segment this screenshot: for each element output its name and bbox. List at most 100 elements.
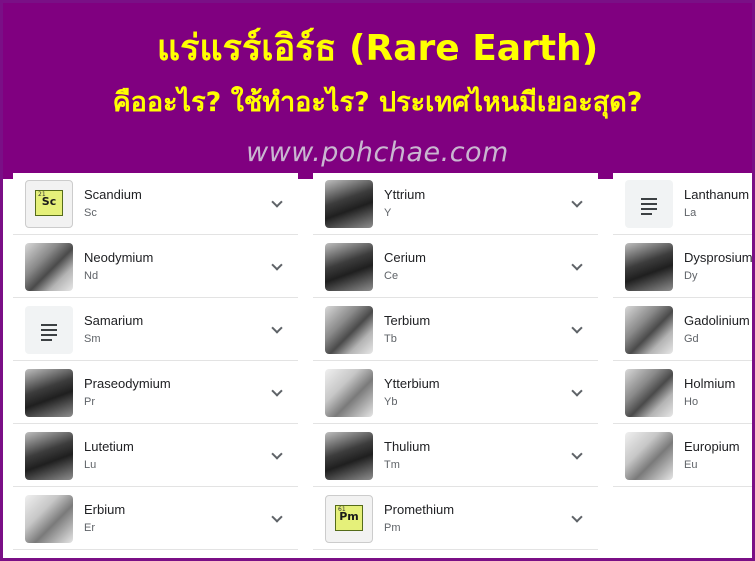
element-symbol: La — [684, 206, 697, 219]
element-card-europium[interactable]: Europium Eu — [613, 425, 752, 487]
element-symbol: Ho — [684, 395, 699, 408]
element-meta: Europium Eu — [684, 438, 752, 474]
banner-title: แร่แรร์เอิร์ธ (Rare Earth) — [156, 28, 599, 69]
element-meta: Ytterbium Yb — [384, 375, 570, 411]
element-meta: Dysprosium Dy — [684, 249, 752, 285]
chevron-down-icon[interactable] — [270, 260, 284, 274]
element-name: Thulium — [384, 438, 431, 454]
chevron-down-icon[interactable] — [270, 449, 284, 463]
element-symbol: Er — [84, 521, 95, 534]
element-meta: Cerium Ce — [384, 249, 570, 285]
element-photo — [325, 305, 373, 354]
element-card-praseodymium[interactable]: Praseodymium Pr — [13, 362, 298, 424]
element-card-dysprosium[interactable]: Dysprosium Dy — [613, 236, 752, 298]
notes-icon — [25, 305, 73, 354]
element-photo — [325, 431, 373, 480]
element-card-thulium[interactable]: Thulium Tm — [313, 425, 598, 487]
element-tile-image: 21 Sc — [25, 179, 73, 228]
element-meta: Gadolinium Gd — [684, 312, 752, 348]
infographic-frame: แร่แรร์เอิร์ธ (Rare Earth) คืออะไร? ใช้ท… — [0, 0, 755, 561]
chevron-down-icon[interactable] — [570, 449, 584, 463]
chevron-down-icon[interactable] — [270, 386, 284, 400]
element-card-scandium[interactable]: 21 Sc Scandium Sc — [13, 173, 298, 235]
element-name: Gadolinium — [684, 312, 750, 328]
element-symbol: Pm — [384, 521, 401, 534]
element-card-lutetium[interactable]: Lutetium Lu — [13, 425, 298, 487]
element-meta: Neodymium Nd — [84, 249, 270, 285]
element-card-gadolinium[interactable]: Gadolinium Gd — [613, 299, 752, 361]
element-photo — [25, 431, 73, 480]
element-symbol: Eu — [684, 458, 698, 471]
element-name: Europium — [684, 438, 740, 454]
element-symbol: Lu — [84, 458, 97, 471]
element-meta: Thulium Tm — [384, 438, 570, 474]
element-symbol: Tm — [384, 458, 400, 471]
element-name: Terbium — [384, 312, 431, 328]
element-tile-image: 61 Pm — [325, 494, 373, 543]
element-meta: Lutetium Lu — [84, 438, 270, 474]
element-symbol: Sm — [84, 332, 101, 345]
chevron-down-icon[interactable] — [570, 386, 584, 400]
element-symbol: Pr — [84, 395, 95, 408]
element-card-promethium[interactable]: 61 Pm Promethium Pm — [313, 488, 598, 550]
element-meta: Praseodymium Pr — [84, 375, 270, 411]
element-name: Neodymium — [84, 249, 154, 265]
element-photo — [625, 431, 673, 480]
element-meta: Lanthanum La — [684, 186, 752, 222]
element-photo — [325, 179, 373, 228]
element-name: Holmium — [684, 375, 736, 391]
chevron-down-icon[interactable] — [270, 512, 284, 526]
element-card-lanthanum[interactable]: Lanthanum La — [613, 173, 752, 235]
element-photo — [25, 242, 73, 291]
element-symbol: Tb — [384, 332, 397, 345]
element-symbol: Sc — [84, 206, 97, 219]
element-name: Praseodymium — [84, 375, 171, 391]
element-photo — [25, 494, 73, 543]
chevron-down-icon[interactable] — [570, 260, 584, 274]
element-card-ytterbium[interactable]: Ytterbium Yb — [313, 362, 598, 424]
element-card-cerium[interactable]: Cerium Ce — [313, 236, 598, 298]
element-name: Ytterbium — [384, 375, 440, 391]
element-symbol: Dy — [684, 269, 698, 282]
element-meta: Scandium Sc — [84, 186, 270, 222]
element-card-erbium[interactable]: Erbium Er — [13, 488, 298, 550]
chevron-down-icon[interactable] — [570, 197, 584, 211]
element-meta: Yttrium Y — [384, 186, 570, 222]
element-photo — [625, 368, 673, 417]
element-photo — [625, 305, 673, 354]
element-card-yttrium[interactable]: Yttrium Y — [313, 173, 598, 235]
element-card-terbium[interactable]: Terbium Tb — [313, 299, 598, 361]
element-name: Samarium — [84, 312, 144, 328]
banner-url: www.pohchae.com — [246, 137, 509, 168]
element-meta: Promethium Pm — [384, 501, 570, 537]
element-name: Lutetium — [84, 438, 134, 454]
tile-symbol: Sc — [41, 194, 57, 208]
header-banner: แร่แรร์เอิร์ธ (Rare Earth) คืออะไร? ใช้ท… — [3, 3, 752, 179]
chevron-down-icon[interactable] — [570, 512, 584, 526]
element-photo — [625, 242, 673, 291]
element-symbol: Ce — [384, 269, 399, 282]
element-name: Scandium — [84, 186, 142, 202]
element-photo — [325, 368, 373, 417]
element-symbol: Gd — [684, 332, 699, 345]
chevron-down-icon[interactable] — [270, 197, 284, 211]
tile-symbol: Pm — [339, 509, 359, 523]
element-card-holmium[interactable]: Holmium Ho — [613, 362, 752, 424]
banner-subtitle: คืออะไร? ใช้ทำอะไร? ประเทศไหนมีเยอะสุด? — [112, 87, 643, 118]
element-meta: Samarium Sm — [84, 312, 270, 348]
element-name: Cerium — [384, 249, 426, 265]
element-name: Yttrium — [384, 186, 426, 202]
element-grid: 21 Sc Scandium Sc Neodymium Nd Samarium Sm Prase… — [3, 173, 752, 558]
element-symbol: Y — [384, 206, 392, 219]
element-card-neodymium[interactable]: Neodymium Nd — [13, 236, 298, 298]
element-name: Erbium — [84, 501, 126, 517]
element-symbol: Yb — [384, 395, 398, 408]
element-meta: Erbium Er — [84, 501, 270, 537]
chevron-down-icon[interactable] — [270, 323, 284, 337]
chevron-down-icon[interactable] — [570, 323, 584, 337]
element-card-samarium[interactable]: Samarium Sm — [13, 299, 298, 361]
element-photo — [25, 368, 73, 417]
element-name: Lanthanum — [684, 186, 750, 202]
element-name: Dysprosium — [684, 249, 753, 265]
element-meta: Holmium Ho — [684, 375, 752, 411]
